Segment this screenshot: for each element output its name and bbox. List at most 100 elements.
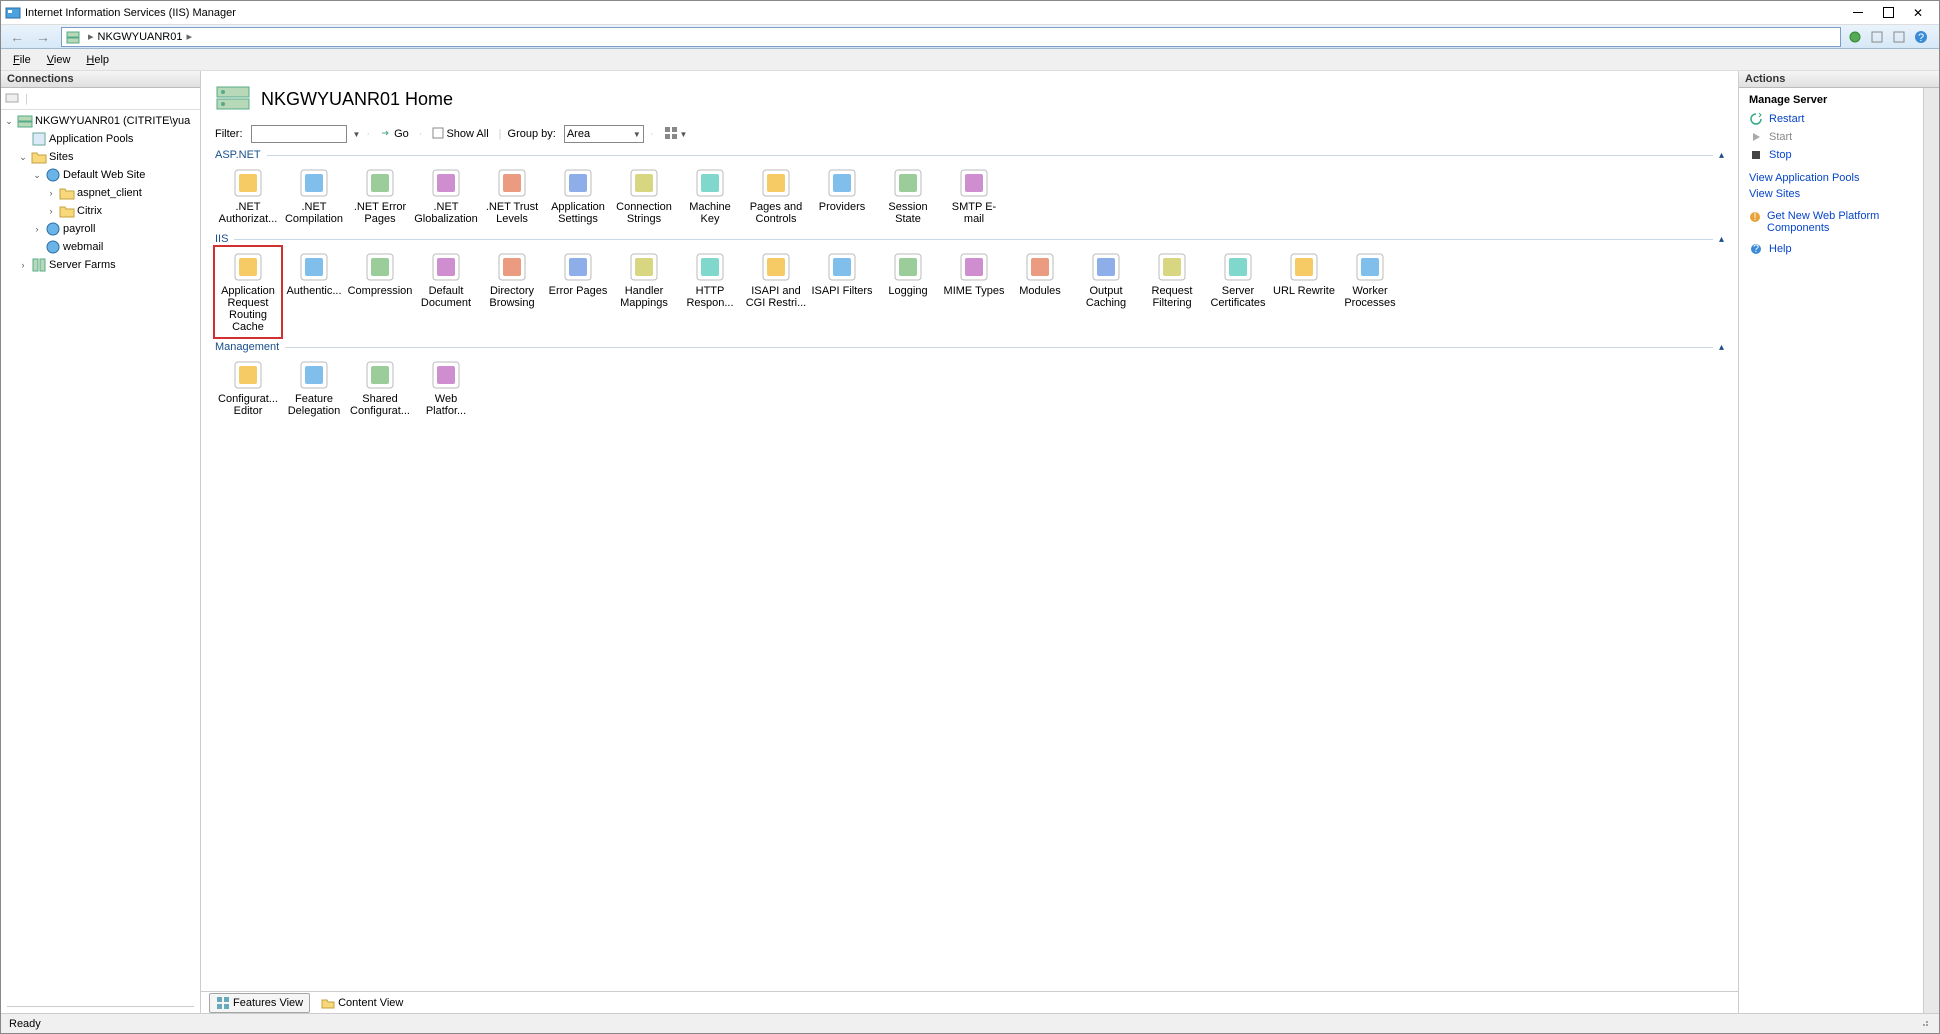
- tree-citrix[interactable]: › Citrix: [3, 202, 198, 220]
- action-stop[interactable]: Stop: [1749, 146, 1913, 164]
- connections-toolbar: |: [1, 88, 200, 110]
- action-help[interactable]: ? Help: [1749, 240, 1913, 258]
- tree-server-node[interactable]: ⌄ NKGWYUANR01 (CITRITE\yua: [3, 112, 198, 130]
- feature-item[interactable]: MIME Types: [941, 247, 1007, 301]
- nav-back-button[interactable]: [5, 27, 29, 47]
- feature-item[interactable]: URL Rewrite: [1271, 247, 1337, 301]
- window-minimize-button[interactable]: [1849, 4, 1867, 22]
- tree-expand-icon[interactable]: ›: [17, 260, 29, 270]
- addressbar-help-button[interactable]: ?: [1911, 28, 1931, 46]
- filter-label: Filter:: [215, 128, 243, 140]
- feature-icon: [958, 167, 990, 199]
- tree-payroll[interactable]: › payroll: [3, 220, 198, 238]
- feature-label: Directory Browsing: [481, 285, 543, 309]
- group-collapse-button[interactable]: ▴: [1719, 342, 1724, 353]
- menu-help[interactable]: Help: [78, 52, 117, 68]
- feature-item[interactable]: .NET Error Pages: [347, 163, 413, 229]
- tree-webmail[interactable]: webmail: [3, 238, 198, 256]
- grid-icon: [664, 126, 678, 143]
- tree-expand-icon[interactable]: ›: [45, 188, 57, 198]
- window-maximize-button[interactable]: [1879, 4, 1897, 22]
- window-title: Internet Information Services (IIS) Mana…: [25, 7, 1849, 19]
- go-button[interactable]: Go: [376, 125, 413, 143]
- action-view-sites[interactable]: View Sites: [1749, 186, 1913, 202]
- feature-item[interactable]: Session State: [875, 163, 941, 229]
- feature-item[interactable]: Error Pages: [545, 247, 611, 301]
- connections-tool-icon[interactable]: [5, 91, 21, 107]
- feature-item[interactable]: Pages and Controls: [743, 163, 809, 229]
- feature-item[interactable]: Feature Delegation: [281, 355, 347, 421]
- group-by-dropdown[interactable]: Area ▼: [564, 125, 644, 143]
- view-mode-button[interactable]: ▼: [660, 125, 692, 143]
- addressbar-tool-2[interactable]: [1867, 28, 1887, 46]
- group-collapse-button[interactable]: ▴: [1719, 150, 1724, 161]
- menu-view[interactable]: View: [39, 52, 79, 68]
- tab-content-view[interactable]: Content View: [314, 993, 410, 1013]
- feature-item[interactable]: Shared Configurat...: [347, 355, 413, 421]
- feature-item[interactable]: Directory Browsing: [479, 247, 545, 313]
- feature-item[interactable]: ISAPI and CGI Restri...: [743, 247, 809, 313]
- tree-expand-icon[interactable]: ⌄: [17, 152, 29, 163]
- window-close-button[interactable]: [1909, 4, 1927, 22]
- tree-expand-icon[interactable]: ›: [45, 206, 57, 216]
- feature-icon: [562, 251, 594, 283]
- feature-icon: [298, 251, 330, 283]
- feature-item[interactable]: Web Platfor...: [413, 355, 479, 421]
- feature-item[interactable]: Worker Processes: [1337, 247, 1403, 313]
- action-start: Start: [1749, 128, 1913, 146]
- feature-item[interactable]: Application Settings: [545, 163, 611, 229]
- group-collapse-button[interactable]: ▴: [1719, 234, 1724, 245]
- feature-item[interactable]: Compression: [347, 247, 413, 301]
- action-restart[interactable]: Restart: [1749, 110, 1913, 128]
- feature-item[interactable]: Application Request Routing Cache: [215, 247, 281, 337]
- feature-item[interactable]: Output Caching: [1073, 247, 1139, 313]
- feature-item[interactable]: HTTP Respon...: [677, 247, 743, 313]
- feature-item[interactable]: Handler Mappings: [611, 247, 677, 313]
- action-get-platform[interactable]: ! Get New Web Platform Components: [1749, 208, 1913, 236]
- feature-item[interactable]: .NET Globalization: [413, 163, 479, 229]
- tree-expand-icon[interactable]: ⌄: [3, 116, 15, 127]
- actions-header: Actions: [1739, 71, 1939, 88]
- feature-item[interactable]: Logging: [875, 247, 941, 301]
- tree-server-farms[interactable]: › Server Farms: [3, 256, 198, 274]
- tree-aspnet-client[interactable]: › aspnet_client: [3, 184, 198, 202]
- show-all-button[interactable]: Show All: [428, 125, 492, 143]
- tree-default-site[interactable]: ⌄ Default Web Site: [3, 166, 198, 184]
- nav-forward-button[interactable]: [31, 27, 55, 47]
- feature-item[interactable]: SMTP E-mail: [941, 163, 1007, 229]
- feature-item[interactable]: Modules: [1007, 247, 1073, 301]
- feature-item[interactable]: .NET Trust Levels: [479, 163, 545, 229]
- filter-input[interactable]: [251, 125, 347, 143]
- feature-item[interactable]: Default Document: [413, 247, 479, 313]
- tree-sites[interactable]: ⌄ Sites: [3, 148, 198, 166]
- feature-item[interactable]: .NET Compilation: [281, 163, 347, 229]
- feature-label: Logging: [888, 285, 927, 297]
- feature-item[interactable]: Server Certificates: [1205, 247, 1271, 313]
- tree-server-label: NKGWYUANR01 (CITRITE\yua: [35, 115, 190, 127]
- feature-item[interactable]: Machine Key: [677, 163, 743, 229]
- actions-scrollbar[interactable]: [1923, 88, 1939, 1013]
- feature-item[interactable]: ISAPI Filters: [809, 247, 875, 301]
- feature-item[interactable]: Providers: [809, 163, 875, 217]
- action-view-app-pools[interactable]: View Application Pools: [1749, 170, 1913, 186]
- feature-item[interactable]: .NET Authorizat...: [215, 163, 281, 229]
- tree-app-pools[interactable]: Application Pools: [3, 130, 198, 148]
- feature-label: .NET Error Pages: [349, 201, 411, 225]
- menu-file[interactable]: File: [5, 52, 39, 68]
- feature-icon: [232, 251, 264, 283]
- addressbar-tool-3[interactable]: [1889, 28, 1909, 46]
- addressbar-tool-1[interactable]: [1845, 28, 1865, 46]
- group-iis: IIS ▴ Application Request Routing CacheA…: [215, 233, 1724, 337]
- group-by-value: Area: [567, 128, 590, 140]
- feature-item[interactable]: Authentic...: [281, 247, 347, 301]
- feature-item[interactable]: Connection Strings: [611, 163, 677, 229]
- tree-expand-icon[interactable]: ⌄: [31, 170, 43, 181]
- feature-icon: [232, 359, 264, 391]
- feature-label: Server Certificates: [1207, 285, 1269, 309]
- feature-item[interactable]: Configurat... Editor: [215, 355, 281, 421]
- feature-item[interactable]: Request Filtering: [1139, 247, 1205, 313]
- tree-expand-icon[interactable]: ›: [31, 224, 43, 234]
- address-path[interactable]: ▸ NKGWYUANR01 ▸: [61, 27, 1841, 47]
- feature-label: ISAPI and CGI Restri...: [745, 285, 807, 309]
- tab-features-view[interactable]: Features View: [209, 993, 310, 1013]
